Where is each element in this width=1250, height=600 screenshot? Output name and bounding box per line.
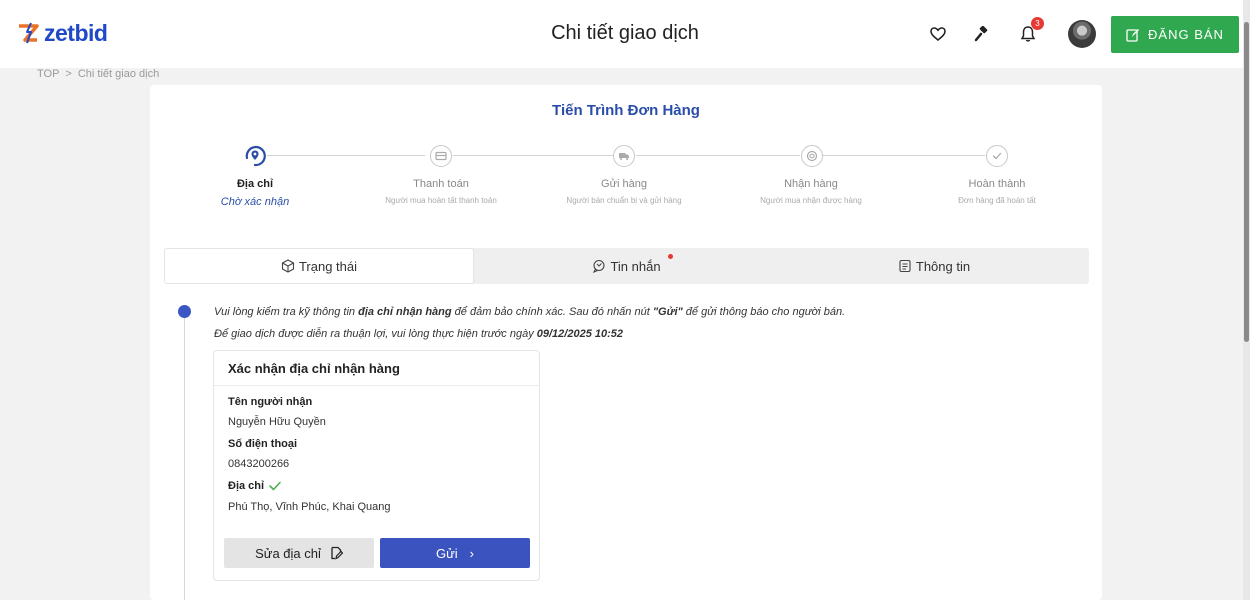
logo-mark-icon — [19, 22, 39, 43]
deadline-value: 09/12/2025 10:52 — [536, 328, 624, 340]
detail-tabs: Trạng thái Tin nhắn Thông tin — [164, 248, 1089, 284]
truck-icon — [613, 145, 635, 167]
heart-icon[interactable] — [926, 22, 950, 46]
document-icon — [899, 259, 911, 273]
address-check-note: Vui lòng kiểm tra kỹ thông tin địa chỉ n… — [214, 306, 846, 318]
gavel-icon[interactable] — [970, 22, 994, 46]
verified-check-icon — [269, 481, 281, 491]
deadline-note: Để giao dịch được diễn ra thuận lợi, vui… — [214, 328, 624, 340]
step-label-payment: Thanh toán — [413, 178, 469, 190]
send-button[interactable]: Gửi › — [380, 538, 530, 568]
step-connector — [267, 155, 425, 156]
breadcrumb-separator: > — [65, 68, 72, 80]
transaction-panel: Tiến Trình Đơn Hàng Địa chỉ Chờ xác nhận — [150, 85, 1102, 600]
address-label-row: Địa chỉ — [228, 480, 282, 492]
send-button-label: Gửi — [435, 545, 458, 561]
notification-bell-icon[interactable]: 3 — [1016, 17, 1044, 46]
location-icon — [244, 145, 266, 167]
card-icon — [430, 145, 452, 167]
package-icon — [281, 259, 295, 273]
step-sub-address: Chờ xác nhận — [220, 196, 290, 208]
timeline-line — [184, 311, 185, 600]
step-sub-complete: Đơn hàng đã hoàn tất — [958, 196, 1036, 205]
edit-address-button[interactable]: Sửa địa chỉ — [224, 538, 374, 568]
progress-title: Tiến Trình Đơn Hàng — [552, 102, 700, 119]
unread-dot — [668, 254, 673, 259]
breadcrumb: TOP > Chi tiết giao dịch — [37, 68, 159, 80]
scrollbar-thumb[interactable] — [1244, 22, 1249, 342]
step-sub-receiving: Người mua nhận được hàng — [760, 196, 862, 205]
breadcrumb-current: Chi tiết giao dịch — [77, 68, 160, 80]
breadcrumb-home-link[interactable]: TOP — [37, 68, 59, 80]
phone-value: 0843200266 — [228, 458, 290, 470]
step-label-receiving: Nhận hàng — [784, 178, 838, 190]
step-label-address: Địa chỉ — [236, 178, 274, 190]
timeline-dot — [178, 305, 191, 318]
phone-label: Số điện thoại — [228, 438, 298, 450]
card-title: Xác nhận địa chỉ nhận hàng — [228, 361, 400, 376]
card-divider — [214, 385, 539, 386]
chevron-right-icon: › — [469, 545, 475, 561]
top-header: zetbid Chi tiết giao dịch 3 ĐĂNG BÁN — [0, 0, 1250, 68]
check-icon — [986, 145, 1008, 167]
post-listing-button[interactable]: ĐĂNG BÁN — [1111, 16, 1239, 53]
step-connector — [636, 155, 800, 156]
step-connector — [820, 155, 985, 156]
chat-icon — [593, 259, 605, 273]
recipient-label: Tên người nhận — [228, 396, 313, 408]
address-confirm-card: Xác nhận địa chỉ nhận hàng Tên người nhậ… — [213, 350, 540, 581]
tab-status[interactable]: Trạng thái — [164, 248, 474, 284]
notification-badge: 3 — [1031, 17, 1044, 30]
logo-text: zetbid — [44, 20, 108, 46]
tab-status-label: Trạng thái — [298, 258, 358, 274]
address-value: Phú Thọ, Vĩnh Phúc, Khai Quang — [228, 501, 391, 513]
edit-address-label: Sửa địa chỉ — [255, 545, 321, 561]
post-button-label: ĐĂNG BÁN — [1148, 27, 1224, 42]
user-avatar[interactable] — [1068, 20, 1096, 48]
step-label-shipping: Gửi hàng — [601, 178, 647, 190]
step-connector — [453, 155, 613, 156]
step-sub-shipping: Người bán chuẩn bị và gửi hàng — [566, 196, 682, 205]
page-title: Chi tiết giao dịch — [551, 22, 699, 44]
page-scrollbar[interactable] — [1243, 0, 1250, 600]
edit-document-icon — [331, 546, 343, 560]
recipient-value: Nguyễn Hữu Quyền — [228, 416, 326, 428]
tab-messages[interactable]: Tin nhắn — [474, 248, 779, 284]
address-label: Địa chỉ — [228, 480, 265, 492]
tab-info-label: Thông tin — [915, 258, 971, 274]
box-icon — [801, 145, 823, 167]
step-label-complete: Hoàn thành — [968, 178, 1026, 190]
edit-icon — [1126, 28, 1140, 42]
tab-messages-label: Tin nhắn — [610, 258, 661, 274]
tab-info[interactable]: Thông tin — [779, 248, 1089, 284]
zetbid-logo[interactable]: zetbid — [16, 20, 108, 47]
step-sub-payment: Người mua hoàn tất thanh toán — [385, 196, 497, 205]
